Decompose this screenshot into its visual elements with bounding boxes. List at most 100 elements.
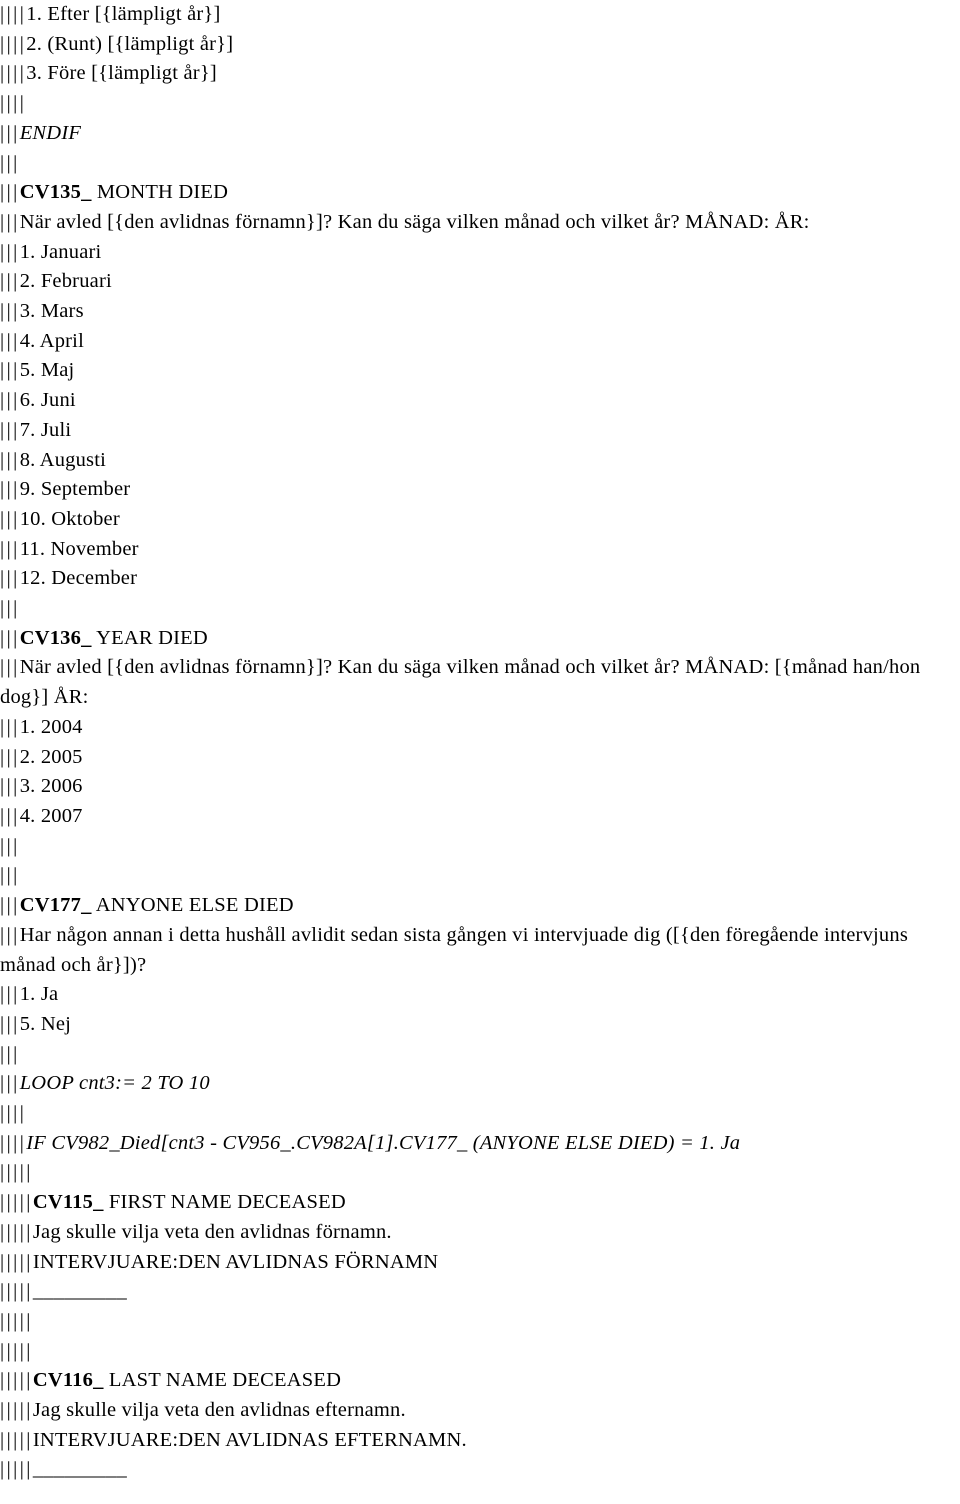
spec-line: |||||Jag skulle vilja veta den avlidnas … [0,1218,960,1248]
spec-text: 5. Nej [19,1012,72,1035]
spec-line: |||CV135_ MONTH DIED [0,178,960,208]
indent-bars: ||| [0,537,20,560]
indent-bars: ||| [0,1042,20,1065]
answer-blank[interactable]: _________ [33,1280,127,1302]
question-label: FIRST NAME DECEASED [103,1191,346,1214]
spec-line: ||||3. Före [{lämpligt år}] [0,59,960,89]
spec-text: 7. Juli [19,418,72,441]
indent-bars: ||| [0,270,20,293]
indent-bars: ||| [0,656,20,679]
spec-line: |||LOOP cnt3:= 2 TO 10 [0,1069,960,1099]
spec-text: 2. (Runt) [{lämpligt år}] [26,32,234,55]
control-flow-statement: IF CV982_Died[cnt3 - CV956_.CV982A[1].CV… [26,1131,741,1154]
spec-text: 12. December [19,567,138,590]
indent-bars: ||||| [0,1458,33,1481]
spec-text: Jag skulle vilja veta den avlidnas förna… [32,1220,392,1243]
spec-line: |||6. Juni [0,386,960,416]
spec-line: |||5. Nej [0,1010,960,1040]
control-flow-statement: LOOP cnt3:= 2 TO 10 [19,1072,210,1095]
indent-bars: |||| [0,32,27,55]
indent-bars: ||||| [0,1428,33,1451]
indent-bars: ||| [0,567,20,590]
spec-text: 8. Augusti [19,448,107,471]
indent-bars: ||| [0,210,20,233]
indent-bars: ||| [0,715,20,738]
spec-line: |||4. April [0,327,960,357]
question-code: CV115_ [32,1191,104,1214]
spec-line: |||2. Februari [0,267,960,297]
spec-line: |||||INTERVJUARE:DEN AVLIDNAS FÖRNAMN [0,1248,960,1278]
indent-bars: ||||| [0,1220,33,1243]
indent-bars: ||| [0,1012,20,1035]
indent-bars: ||| [0,1072,20,1095]
spec-text: Jag skulle vilja veta den avlidnas efter… [32,1399,406,1422]
spec-line: ||||1. Efter [{lämpligt år}] [0,0,960,30]
answer-blank[interactable]: _________ [33,1458,127,1480]
spec-text: När avled [{den avlidnas förnamn}]? Kan … [19,210,810,233]
spec-line: ||| [0,832,960,862]
spec-line: |||4. 2007 [0,802,960,832]
spec-line: |||När avled [{den avlidnas förnamn}]? K… [0,653,960,712]
indent-bars: ||| [0,804,20,827]
spec-text: 3. Före [{lämpligt år}] [26,62,217,85]
spec-line: |||5. Maj [0,356,960,386]
spec-text: 10. Oktober [19,507,120,530]
spec-line: |||CV177_ ANYONE ELSE DIED [0,891,960,921]
indent-bars: ||||| [0,1369,33,1392]
spec-line: |||9. September [0,475,960,505]
spec-text: När avled [{den avlidnas förnamn}]? Kan … [0,656,926,709]
indent-bars: |||| [0,3,27,25]
spec-line: |||När avled [{den avlidnas förnamn}]? K… [0,208,960,238]
spec-text: INTERVJUARE:DEN AVLIDNAS EFTERNAMN. [32,1428,467,1451]
indent-bars: ||| [0,775,20,798]
indent-bars: ||| [0,923,20,946]
spec-text: 1. Efter [{lämpligt år}] [26,3,221,25]
spec-line: |||1. Ja [0,980,960,1010]
indent-bars: ||| [0,864,20,887]
indent-bars: ||||| [0,1161,33,1184]
spec-text: 9. September [19,478,131,501]
spec-text: 3. 2006 [19,775,83,798]
indent-bars: ||| [0,983,20,1006]
indent-bars: ||| [0,240,20,263]
spec-line: |||CV136_ YEAR DIED [0,624,960,654]
indent-bars: ||| [0,329,20,352]
question-label: ANYONE ELSE DIED [91,894,294,917]
indent-bars: ||| [0,418,20,441]
indent-bars: |||| [0,1131,27,1154]
spec-line: ||||IF CV982_Died[cnt3 - CV956_.CV982A[1… [0,1129,960,1159]
spec-text: 2. Februari [19,270,112,293]
indent-bars: |||| [0,62,27,85]
spec-text: 4. April [19,329,84,352]
spec-line: |||3. Mars [0,297,960,327]
indent-bars: ||| [0,507,20,530]
question-code: CV116_ [32,1369,104,1392]
spec-line: |||12. December [0,564,960,594]
indent-bars: |||| [0,1102,27,1125]
spec-text: 1. 2004 [19,715,83,738]
spec-line: |||3. 2006 [0,772,960,802]
spec-line: |||7. Juli [0,416,960,446]
indent-bars: ||| [0,181,20,204]
spec-line: |||||_________ [0,1277,960,1307]
spec-line: |||||Jag skulle vilja veta den avlidnas … [0,1396,960,1426]
spec-line: |||8. Augusti [0,446,960,476]
question-label: YEAR DIED [91,626,208,649]
spec-line: |||||CV116_ LAST NAME DECEASED [0,1366,960,1396]
spec-line: ||| [0,149,960,179]
indent-bars: ||||| [0,1309,33,1332]
question-code: CV136_ [19,626,92,649]
indent-bars: ||| [0,448,20,471]
spec-line: ||||| [0,1337,960,1367]
indent-bars: ||| [0,389,20,412]
spec-line: |||11. November [0,535,960,565]
spec-text: 11. November [19,537,139,560]
indent-bars: ||||| [0,1339,33,1362]
indent-bars: ||||| [0,1280,33,1303]
indent-bars: ||| [0,151,20,174]
question-label: MONTH DIED [91,181,229,204]
spec-line: ||| [0,1040,960,1070]
spec-text: 1. Januari [19,240,102,263]
spec-line: ||||| [0,1307,960,1337]
spec-line: |||| [0,1099,960,1129]
